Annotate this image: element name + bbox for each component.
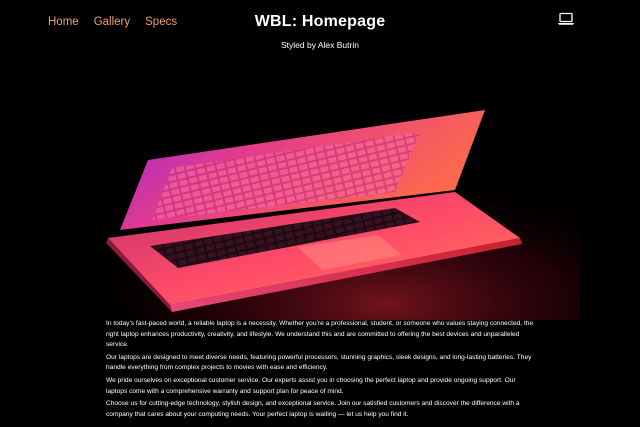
intro-paragraph: In today’s fast-paced world, a reliable …: [106, 320, 534, 349]
page-title: WBL: Homepage: [254, 13, 386, 30]
closing-paragraph: Choose us for cutting-edge technology, s…: [106, 400, 520, 418]
service-paragraph: We pride ourselves on exceptional custom…: [106, 376, 516, 395]
features-paragraph: Our laptops are designed to meet diverse…: [106, 353, 532, 372]
laptop-icon[interactable]: [557, 12, 575, 26]
intro-content: In today’s fast-paced world, a reliable …: [106, 319, 536, 422]
hero-laptop-image: [100, 110, 580, 320]
page-subtitle: Styled by Alex Butrin: [281, 40, 359, 50]
